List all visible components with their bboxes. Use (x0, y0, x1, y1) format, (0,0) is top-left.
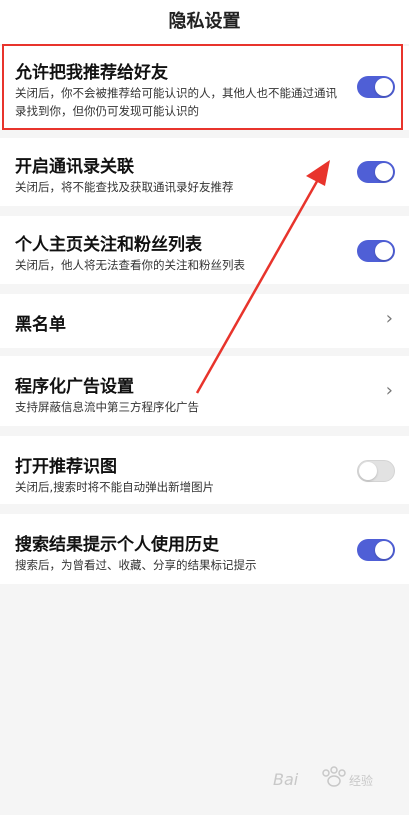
baidu-logo-icon: Bai 经验 (273, 766, 373, 789)
svg-text:Bai: Bai (273, 770, 299, 789)
svg-text:经验: 经验 (349, 773, 373, 788)
baidu-watermark: Bai 经验 (271, 763, 381, 799)
arrow-line (195, 175, 322, 394)
arrow-annotation (195, 160, 330, 394)
arrow-head (306, 160, 330, 186)
